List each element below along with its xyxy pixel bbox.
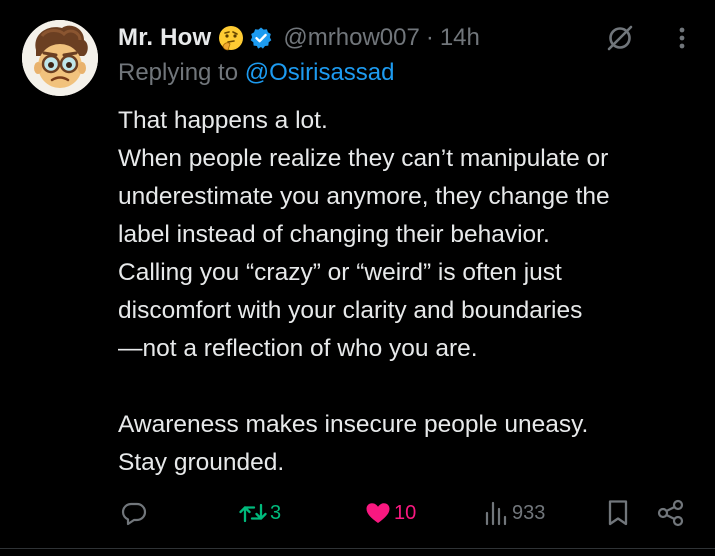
reply-button[interactable] [120, 496, 150, 530]
header-separator: · [425, 24, 434, 51]
tweet-card[interactable]: Mr. How @mrhow007 · 14h Replying to @Osi… [0, 0, 715, 556]
repost-button[interactable]: 3 [238, 496, 281, 530]
thinking-face-emoji-icon [219, 26, 244, 51]
views-count: 933 [512, 501, 546, 524]
bookmark-button[interactable] [604, 496, 632, 530]
author-handle[interactable]: @mrhow007 [283, 24, 419, 52]
like-button[interactable]: 10 [364, 496, 416, 530]
repost-icon [239, 503, 267, 523]
tweet-text-line: When people realize they can’t manipulat… [118, 145, 609, 172]
bookmark-icon [608, 500, 628, 526]
tweet-text-line: Stay grounded. [118, 449, 285, 476]
tweet-text-line: underestimate you anymore, they change t… [118, 183, 610, 210]
tweet-text-line: discomfort with your clarity and boundar… [118, 297, 583, 324]
share-icon [657, 499, 684, 527]
tweet-timestamp[interactable]: 14h [440, 24, 480, 52]
bottom-divider [0, 548, 715, 549]
views-icon [485, 501, 507, 526]
verified-badge-icon[interactable] [249, 26, 273, 50]
tweet-text-line: Calling you “crazy” or “weird” is often … [118, 259, 562, 286]
tweet-text-line: —not a reflection of who you are. [118, 335, 478, 362]
tweet-body: That happens a lot. When people realize … [118, 102, 708, 482]
author-display-name[interactable]: Mr. How [118, 24, 211, 52]
replying-to: Replying to @Osirisassad [118, 59, 394, 87]
tweet-header: Mr. How @mrhow007 · 14h [118, 22, 480, 54]
reply-mention-link[interactable]: @Osirisassad [245, 59, 395, 86]
grok-icon[interactable] [604, 22, 636, 54]
repost-count: 3 [270, 501, 282, 524]
share-button[interactable] [656, 496, 686, 530]
tweet-action-bar: 3 10 933 [0, 496, 715, 530]
avatar-illustration [22, 20, 98, 96]
more-icon[interactable] [668, 22, 696, 54]
avatar[interactable] [22, 20, 98, 96]
tweet-text-line: label instead of changing their behavior… [118, 221, 550, 248]
views-button[interactable]: 933 [482, 496, 545, 530]
reply-icon [121, 502, 147, 526]
like-count: 10 [394, 501, 417, 524]
tweet-text-line: Awareness makes insecure people uneasy. [118, 411, 589, 438]
tweet-text-line: That happens a lot. [118, 107, 328, 134]
replying-to-label: Replying to [118, 59, 245, 86]
heart-icon [366, 503, 390, 523]
